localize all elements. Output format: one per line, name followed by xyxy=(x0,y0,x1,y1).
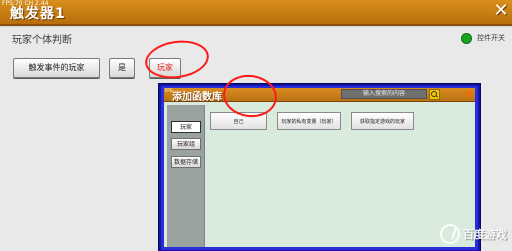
game-editor-screen: FPS:70 CH 2.44 触发器1 ✕ 玩家个体判断 控件开关 触发事件的玩… xyxy=(0,0,512,251)
sidebar-item-player[interactable]: 玩家 xyxy=(171,121,201,133)
sidebar-item-player-group[interactable]: 玩家组 xyxy=(171,138,201,150)
toggle-dot-icon[interactable] xyxy=(461,33,472,44)
dialog-header: FPS 添加函数库 输入搜索的内容 ✕ xyxy=(164,87,475,103)
trigger-player-button[interactable]: 触发事件的玩家 xyxy=(13,58,100,78)
yes-button[interactable]: 是 xyxy=(109,58,135,78)
watermark-text: 百度游戏 xyxy=(463,228,507,241)
close-icon[interactable]: ✕ xyxy=(492,1,510,21)
control-switch-label: 控件开关 xyxy=(477,34,505,42)
function-private-variable-button[interactable]: 玩家的私有变量（玩家） xyxy=(277,112,341,130)
watermark: 百度游戏 xyxy=(440,222,507,246)
function-specified-player-button[interactable]: 获取指定游戏的玩家 xyxy=(351,112,414,130)
function-list-pane: 自己 玩家的私有变量（玩家） 获取指定游戏的玩家 xyxy=(205,105,475,247)
trigger-title: 触发器1 xyxy=(10,6,66,22)
baidu-paw-icon xyxy=(440,224,460,244)
category-sidebar: 玩家 玩家组 数据存储 xyxy=(167,105,205,247)
trigger-title-bar: FPS:70 CH 2.44 触发器1 ✕ xyxy=(0,0,512,26)
dialog-body: 玩家 玩家组 数据存储 自己 玩家的私有变量（玩家） 获取指定游戏的玩家 xyxy=(164,102,475,247)
close-icon[interactable]: ✕ xyxy=(464,87,474,101)
search-input[interactable]: 输入搜索的内容 xyxy=(341,89,427,99)
search-icon[interactable] xyxy=(429,89,440,100)
add-function-library-dialog: FPS 添加函数库 输入搜索的内容 ✕ 玩家 玩家组 数据存储 自己 玩家的私有… xyxy=(159,84,480,251)
sidebar-item-data-storage[interactable]: 数据存储 xyxy=(171,156,201,168)
section-title: 玩家个体判断 xyxy=(12,35,72,46)
dialog-title: 添加函数库 xyxy=(172,92,222,103)
